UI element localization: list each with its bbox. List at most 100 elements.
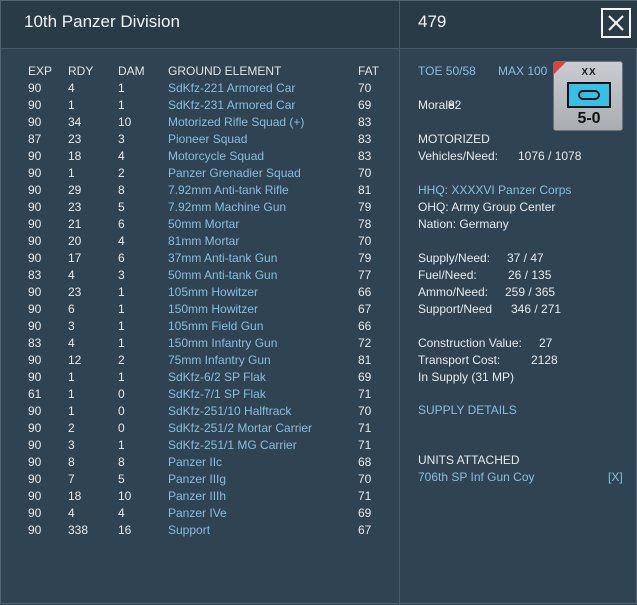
cell-dam: 1	[118, 98, 125, 112]
cell-exp: 61	[28, 387, 42, 401]
cell-dam: 4	[118, 149, 125, 163]
ammo-row: Ammo/Need: 259 / 365	[418, 285, 555, 299]
transport-row: Transport Cost: 2128	[418, 353, 558, 367]
cell-name[interactable]: 50mm Anti-tank Gun	[168, 267, 277, 284]
cell-exp: 90	[28, 404, 42, 418]
cell-name[interactable]: Panzer IIIh	[168, 488, 226, 505]
transport-value: 2128	[531, 353, 558, 367]
table-row: 90 8 8 Panzer IIc 68	[28, 454, 398, 471]
cell-name[interactable]: SdKfz-251/10 Halftrack	[168, 403, 291, 420]
cell-fat: 69	[358, 506, 372, 520]
cell-fat: 69	[358, 370, 372, 384]
ammo-value: 259 / 365	[505, 285, 556, 299]
table-row: 90 6 1 150mm Howitzer 67	[28, 301, 398, 318]
cell-exp: 90	[28, 489, 42, 503]
cell-dam: 1	[118, 336, 125, 350]
cell-name[interactable]: 150mm Infantry Gun	[168, 335, 277, 352]
cell-name[interactable]: Panzer IVe	[168, 505, 227, 522]
vehicles-value: 1076 / 1078	[518, 149, 582, 163]
cell-name[interactable]: 105mm Field Gun	[168, 318, 263, 335]
detach-unit-button[interactable]: [X]	[608, 470, 623, 484]
cell-name[interactable]: 50mm Mortar	[168, 216, 239, 233]
close-button[interactable]	[601, 8, 631, 38]
cell-fat: 69	[358, 98, 372, 112]
cell-name[interactable]: 7.92mm Anti-tank Rifle	[168, 182, 289, 199]
cell-rdy: 23	[68, 285, 82, 299]
cell-name[interactable]: 81mm Mortar	[168, 233, 239, 250]
cell-name[interactable]: SdKfz-251/1 MG Carrier	[168, 437, 297, 454]
cell-rdy: 4	[68, 506, 75, 520]
cell-rdy: 7	[68, 472, 75, 486]
motorized-armor-icon	[567, 82, 611, 108]
cell-rdy: 21	[68, 217, 82, 231]
cell-name[interactable]: Motorized Rifle Squad (+)	[168, 114, 304, 131]
cell-name[interactable]: SdKfz-7/1 SP Flak	[168, 386, 266, 403]
cell-exp: 83	[28, 268, 42, 282]
panel-divider	[399, 1, 400, 605]
cell-exp: 90	[28, 234, 42, 248]
header-exp: EXP	[28, 64, 53, 78]
cell-dam: 2	[118, 353, 125, 367]
cell-fat: 83	[358, 132, 372, 146]
cell-name[interactable]: SdKfz-251/2 Mortar Carrier	[168, 420, 312, 437]
cell-fat: 81	[358, 183, 372, 197]
cell-name[interactable]: Panzer Grenadier Squad	[168, 165, 301, 182]
cell-rdy: 23	[68, 200, 82, 214]
cell-rdy: 17	[68, 251, 82, 265]
cell-name[interactable]: Motorcycle Squad	[168, 148, 264, 165]
cell-fat: 66	[358, 285, 372, 299]
cell-rdy: 2	[68, 421, 75, 435]
cell-rdy: 6	[68, 302, 75, 316]
cell-fat: 67	[358, 302, 372, 316]
cell-name[interactable]: SdKfz-6/2 SP Flak	[168, 369, 266, 386]
cell-dam: 5	[118, 200, 125, 214]
cell-name[interactable]: 105mm Howitzer	[168, 284, 258, 301]
cell-dam: 1	[118, 438, 125, 452]
in-supply-label: In Supply (31 MP)	[418, 370, 515, 384]
cell-fat: 72	[358, 336, 372, 350]
cell-rdy: 3	[68, 319, 75, 333]
cell-name[interactable]: Pioneer Squad	[168, 131, 247, 148]
cell-exp: 90	[28, 302, 42, 316]
cell-name[interactable]: 150mm Howitzer	[168, 301, 258, 318]
cell-name[interactable]: 7.92mm Machine Gun	[168, 199, 286, 216]
cell-exp: 90	[28, 149, 42, 163]
cell-fat: 81	[358, 353, 372, 367]
cell-name[interactable]: Support	[168, 522, 210, 539]
cell-dam: 0	[118, 404, 125, 418]
cell-name[interactable]: 37mm Anti-tank Gun	[168, 250, 277, 267]
cell-dam: 1	[118, 370, 125, 384]
table-row: 90 2 0 SdKfz-251/2 Mortar Carrier 71	[28, 420, 398, 437]
cell-name[interactable]: SdKfz-231 Armored Car	[168, 97, 295, 114]
cell-rdy: 12	[68, 353, 82, 367]
attached-unit-link[interactable]: 706th SP Inf Gun Coy	[418, 470, 535, 484]
unit-counter[interactable]: XX 5-0	[553, 61, 623, 131]
cell-name[interactable]: SdKfz-221 Armored Car	[168, 80, 295, 97]
cell-name[interactable]: Panzer IIIg	[168, 471, 226, 488]
cell-dam: 1	[118, 319, 125, 333]
table-row: 90 12 2 75mm Infantry Gun 81	[28, 352, 398, 369]
header-fat: FAT	[358, 64, 380, 78]
cell-fat: 79	[358, 200, 372, 214]
unit-type: MOTORIZED	[418, 132, 490, 146]
table-row: 90 20 4 81mm Mortar 70	[28, 233, 398, 250]
construction-row: Construction Value: 27	[418, 336, 552, 350]
cell-dam: 6	[118, 217, 125, 231]
table-row: 90 1 0 SdKfz-251/10 Halftrack 70	[28, 403, 398, 420]
table-row: 90 18 4 Motorcycle Squad 83	[28, 148, 398, 165]
cell-name[interactable]: Panzer IIc	[168, 454, 222, 471]
table-row: 90 34 10 Motorized Rifle Squad (+) 83	[28, 114, 398, 131]
cell-rdy: 1	[68, 98, 75, 112]
hhq-link[interactable]: HHQ: XXXXVI Panzer Corps	[418, 183, 571, 197]
unit-size-label: XX	[581, 67, 597, 78]
supply-details-link[interactable]: SUPPLY DETAILS	[418, 403, 517, 417]
cell-dam: 1	[118, 285, 125, 299]
title-bar: 10th Panzer Division 479	[1, 1, 637, 49]
construction-value: 27	[539, 336, 553, 350]
support-value: 346 / 271	[511, 302, 562, 316]
fuel-label: Fuel/Need:	[418, 268, 477, 282]
cell-rdy: 4	[68, 336, 75, 350]
cell-dam: 3	[118, 268, 125, 282]
cell-name[interactable]: 75mm Infantry Gun	[168, 352, 271, 369]
cell-exp: 90	[28, 183, 42, 197]
